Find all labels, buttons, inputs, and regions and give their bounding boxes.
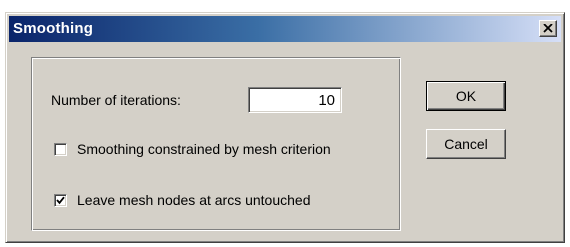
iterations-label: Number of iterations: [51, 92, 181, 108]
smoothing-dialog: Smoothing Number of iterations: Smoothin… [5, 12, 565, 243]
close-icon [543, 24, 553, 33]
cancel-button[interactable]: Cancel [426, 129, 506, 159]
leave-nodes-checkbox-label[interactable]: Leave mesh nodes at arcs untouched [77, 192, 311, 208]
leave-nodes-checkbox[interactable] [54, 194, 67, 207]
checkmark-icon [56, 196, 65, 205]
dialog-title: Smoothing [13, 20, 94, 37]
constrained-checkbox[interactable] [54, 143, 67, 156]
title-bar[interactable]: Smoothing [9, 16, 561, 42]
close-button[interactable] [539, 20, 557, 37]
ok-button[interactable]: OK [426, 81, 506, 111]
iterations-input[interactable] [248, 87, 342, 113]
constrained-checkbox-label[interactable]: Smoothing constrained by mesh criterion [77, 141, 331, 157]
